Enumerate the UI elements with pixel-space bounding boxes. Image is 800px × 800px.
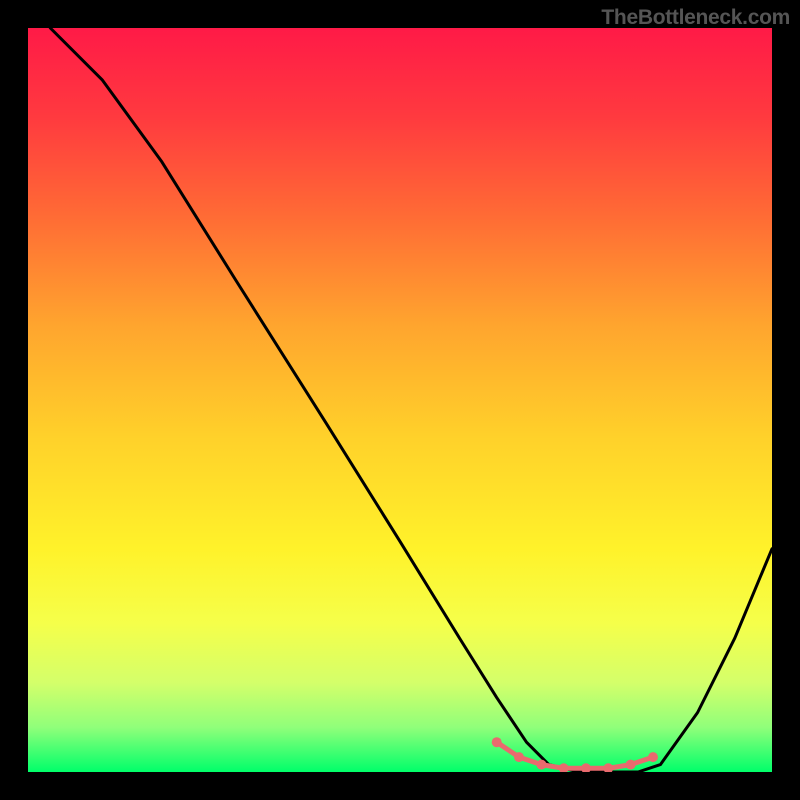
chart-frame: TheBottleneck.com — [0, 0, 800, 800]
watermark-text: TheBottleneck.com — [601, 6, 790, 30]
gradient-background — [28, 28, 772, 772]
